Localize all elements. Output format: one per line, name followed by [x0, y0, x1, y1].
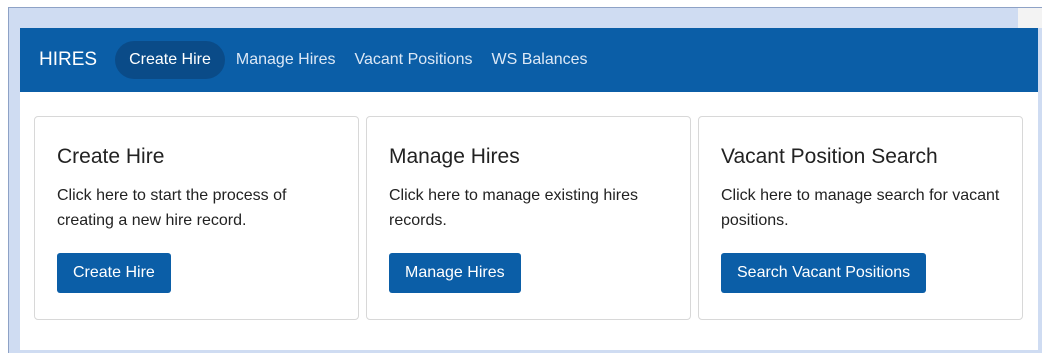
card-create-hire: Create Hire Click here to start the proc… — [34, 116, 359, 320]
navbar: HIRES Create Hire Manage Hires Vacant Po… — [20, 28, 1038, 92]
brand-link[interactable]: HIRES — [39, 49, 97, 71]
card-title: Create Hire — [57, 145, 165, 168]
card-text: Click here to start the process of creat… — [57, 187, 287, 229]
card-title: Vacant Position Search — [721, 145, 938, 168]
card-text: Click here to manage search for vacant p… — [721, 187, 1000, 229]
search-vacant-positions-button[interactable]: Search Vacant Positions — [721, 253, 927, 293]
card-manage-hires: Manage Hires Click here to manage existi… — [366, 116, 691, 320]
card-text: Click here to manage existing hires reco… — [389, 187, 639, 229]
card-vacant-position-search: Vacant Position Search Click here to man… — [698, 116, 1023, 320]
create-hire-button[interactable]: Create Hire — [57, 253, 171, 293]
nav-create-hire[interactable]: Create Hire — [115, 41, 225, 79]
app-frame: HIRES Create Hire Manage Hires Vacant Po… — [8, 7, 1042, 353]
scrollbar-corner — [1018, 8, 1042, 28]
nav-ws-balances[interactable]: WS Balances — [481, 41, 599, 79]
card-title: Manage Hires — [389, 145, 520, 168]
card-row: Create Hire Click here to start the proc… — [34, 116, 1023, 320]
nav-manage-hires[interactable]: Manage Hires — [225, 41, 347, 79]
main-panel: HIRES Create Hire Manage Hires Vacant Po… — [20, 28, 1038, 350]
nav-vacant-positions[interactable]: Vacant Positions — [344, 41, 484, 79]
manage-hires-button[interactable]: Manage Hires — [389, 253, 521, 293]
